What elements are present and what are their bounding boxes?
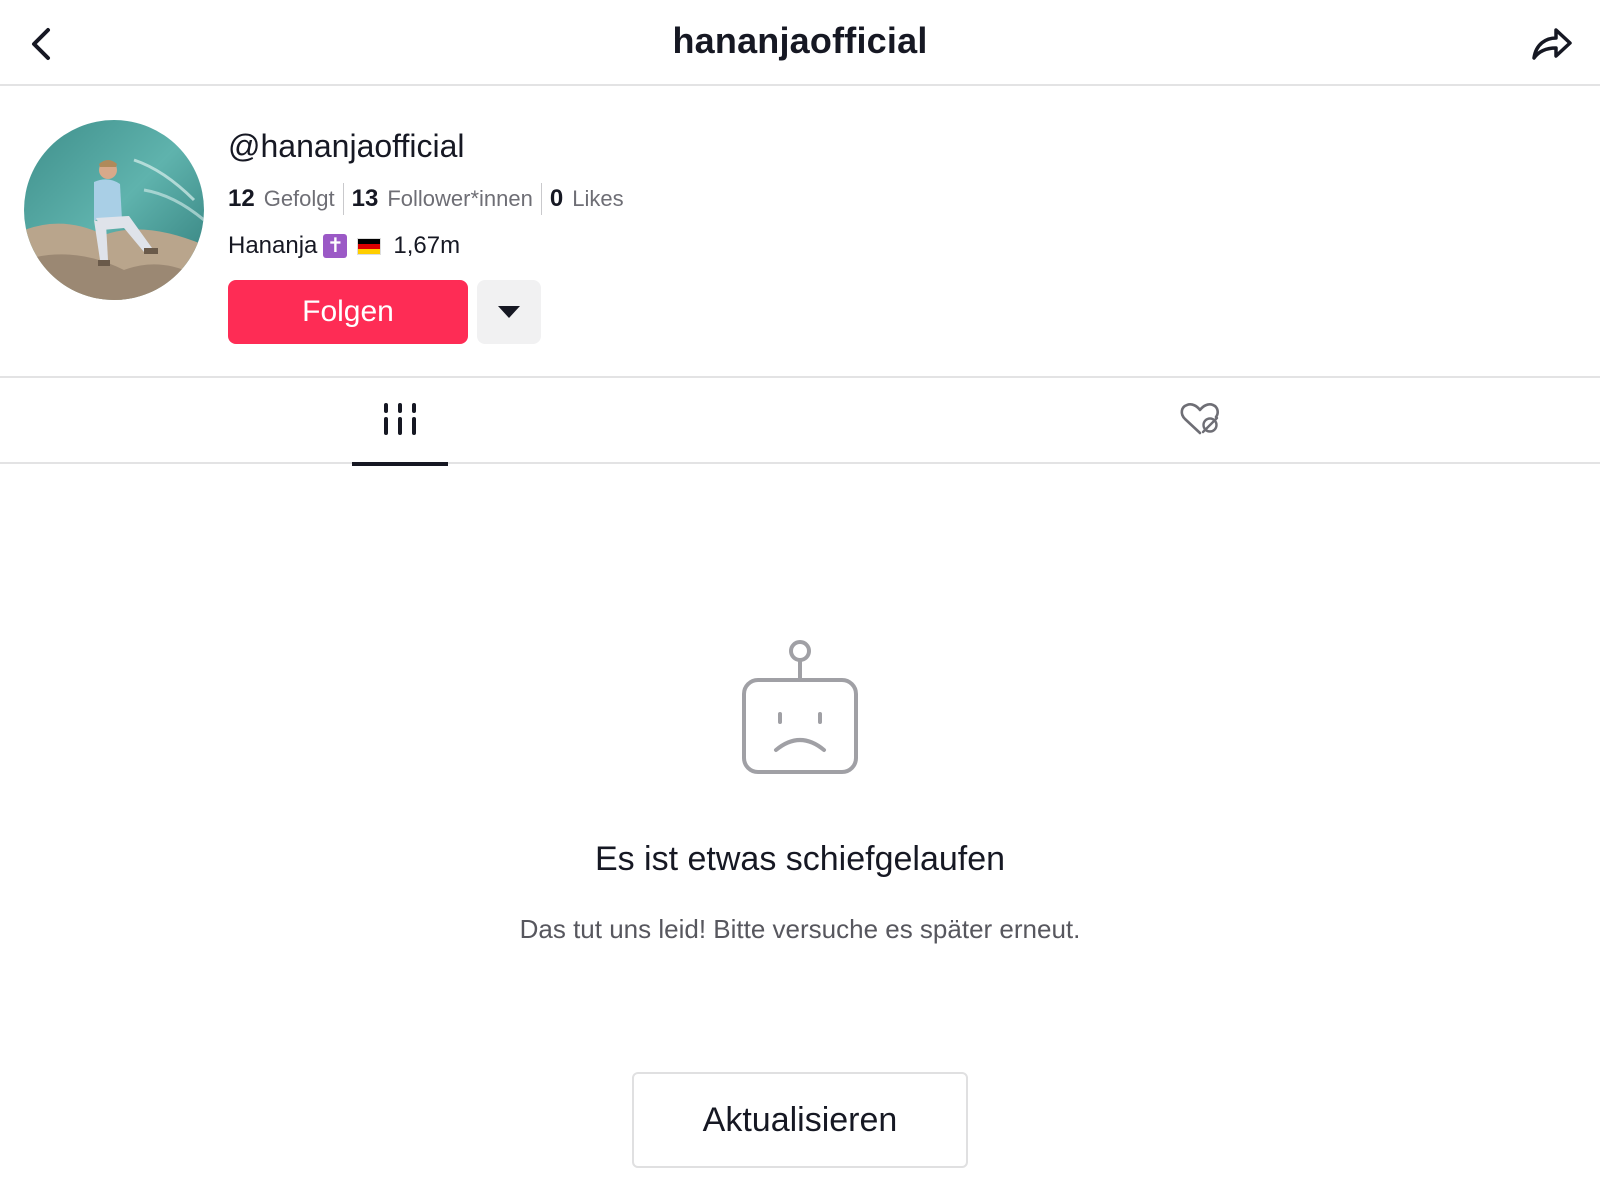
profile-bio: Hananja ✝ 1,67m bbox=[228, 232, 460, 260]
stat-following-label: Gefolgt bbox=[263, 186, 335, 211]
stat-following-value: 12 bbox=[228, 185, 255, 212]
avatar[interactable] bbox=[24, 120, 204, 300]
latin-cross-emoji: ✝ bbox=[323, 234, 348, 258]
bio-height: 1,67m bbox=[393, 232, 461, 259]
active-tab-indicator bbox=[352, 462, 448, 466]
stat-followers[interactable]: 13 Follower*innen bbox=[352, 185, 533, 213]
grid-icon bbox=[384, 403, 416, 435]
content-tabs bbox=[0, 376, 1600, 466]
stat-likes-label: Likes bbox=[572, 186, 624, 211]
profile-stats: 12 Gefolgt 13 Follower*innen 0 Likes bbox=[228, 183, 624, 215]
tab-liked[interactable] bbox=[1152, 378, 1248, 464]
share-button[interactable] bbox=[1528, 20, 1576, 68]
profile-handle: @hananjaofficial bbox=[228, 128, 465, 164]
error-subtitle: Das tut uns leid! Bitte versuche es spät… bbox=[519, 914, 1081, 944]
divider bbox=[342, 183, 344, 215]
more-options-button[interactable] bbox=[477, 280, 541, 344]
stat-followers-label: Follower*innen bbox=[387, 186, 533, 211]
sad-robot-icon bbox=[740, 638, 860, 783]
divider bbox=[540, 183, 542, 215]
stat-followers-value: 13 bbox=[351, 185, 379, 212]
heart-hidden-icon bbox=[1180, 403, 1219, 435]
german-flag-icon bbox=[357, 237, 382, 255]
tab-videos[interactable] bbox=[352, 378, 448, 466]
refresh-button[interactable]: Aktualisieren bbox=[632, 1072, 968, 1168]
stat-likes: 0 Likes bbox=[550, 185, 624, 213]
stat-following[interactable]: 12 Gefolgt bbox=[228, 185, 335, 213]
error-title: Es ist etwas schiefgelaufen bbox=[594, 840, 1006, 878]
page-title: hananjaofficial bbox=[672, 20, 928, 61]
share-arrow-icon bbox=[1532, 28, 1572, 60]
stat-likes-value: 0 bbox=[549, 185, 564, 212]
bio-name: Hananja bbox=[228, 232, 318, 259]
caret-down-icon bbox=[498, 306, 520, 318]
avatar-photo bbox=[24, 120, 204, 300]
top-bar: hananjaofficial bbox=[0, 0, 1600, 86]
follow-button[interactable]: Folgen bbox=[228, 280, 468, 344]
